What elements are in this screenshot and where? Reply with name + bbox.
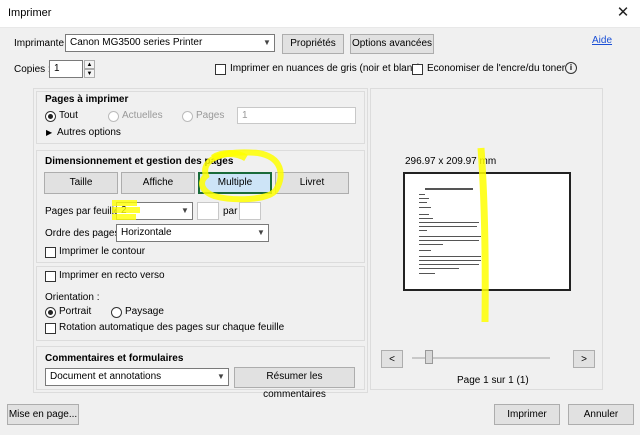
- highlight-mark-ppf: [112, 200, 140, 220]
- highlight-mark-preview: [477, 147, 489, 323]
- highlight-annotations: [112, 147, 489, 323]
- highlight-mark-dims: [211, 150, 248, 162]
